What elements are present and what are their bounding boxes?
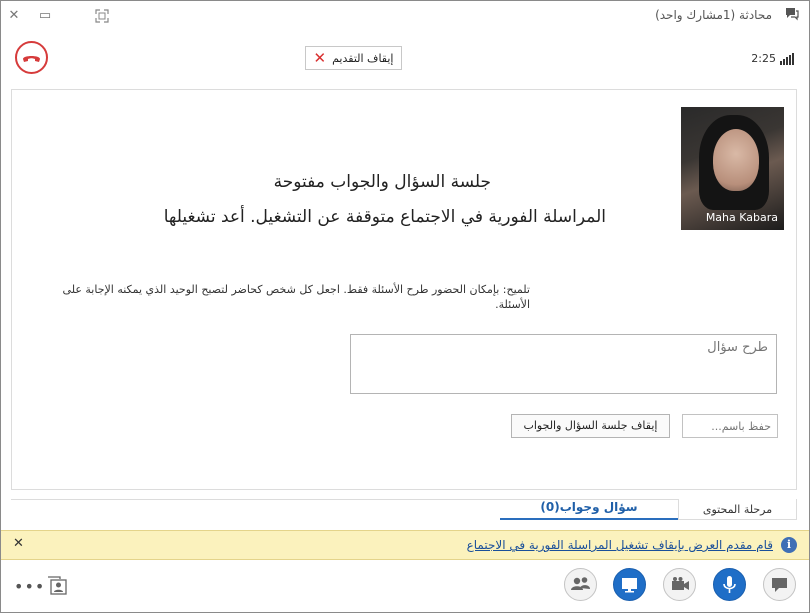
stop-presenting-button[interactable]: إيقاف التقديم ✕ [305, 46, 402, 70]
video-button[interactable] [663, 568, 696, 601]
present-button[interactable] [613, 568, 646, 601]
tab-qa[interactable]: سؤال وجواب(0) [500, 499, 678, 520]
im-status-message: المراسلة الفورية في الاجتماع متوقفة عن ا… [163, 207, 606, 227]
conversation-icon [786, 8, 799, 21]
participants-button[interactable] [564, 568, 597, 601]
video-icon [672, 577, 689, 590]
window-title: محادثة (1مشارك واحد) [655, 8, 772, 22]
stop-presenting-label: إيقاف التقديم [332, 51, 394, 65]
full-screen-button[interactable] [92, 6, 112, 26]
signal-strength-icon [780, 53, 794, 65]
info-icon: i [781, 537, 797, 553]
notification-bar: i قام مقدم العرض بإيقاف تشغيل المراسلة ا… [1, 530, 809, 560]
hang-up-button[interactable] [15, 41, 48, 74]
full-screen-icon [95, 9, 109, 23]
stop-icon: ✕ [313, 49, 327, 67]
phone-hangup-icon [23, 56, 40, 62]
close-window-button[interactable]: ✕ [4, 6, 24, 26]
presenter-avatar: Maha Kabara [681, 107, 784, 230]
call-timer: 2:25 [751, 52, 776, 65]
microphone-icon [723, 576, 736, 593]
avatar-face [713, 129, 759, 191]
close-icon: ✕ [8, 8, 20, 23]
more-options-button[interactable]: ••• [14, 577, 45, 596]
contact-card-icon[interactable] [46, 576, 68, 596]
present-icon [622, 578, 637, 593]
question-input[interactable] [350, 334, 777, 394]
microphone-button[interactable] [713, 568, 746, 601]
chat-button[interactable] [763, 568, 796, 601]
participants-icon [571, 577, 590, 590]
maximize-icon: ▭ [38, 8, 52, 23]
save-as-input[interactable] [682, 414, 778, 438]
notification-message-link[interactable]: قام مقدم العرض بإيقاف تشغيل المراسلة الف… [467, 538, 773, 552]
tab-content-stage[interactable]: مرحلة المحتوى [678, 499, 797, 520]
notification-close-button[interactable]: ✕ [13, 536, 24, 551]
chat-icon [772, 578, 787, 592]
qa-tip: تلميح: بإمكان الحضور طرح الأسئلة فقط. اج… [62, 283, 530, 311]
maximize-window-button[interactable]: ▭ [35, 6, 55, 26]
presenter-name: Maha Kabara [705, 211, 778, 224]
qa-session-heading: جلسة السؤال والجواب مفتوحة [273, 172, 491, 192]
stop-qa-session-button[interactable]: إيقاف جلسة السؤال والجواب [511, 414, 670, 438]
